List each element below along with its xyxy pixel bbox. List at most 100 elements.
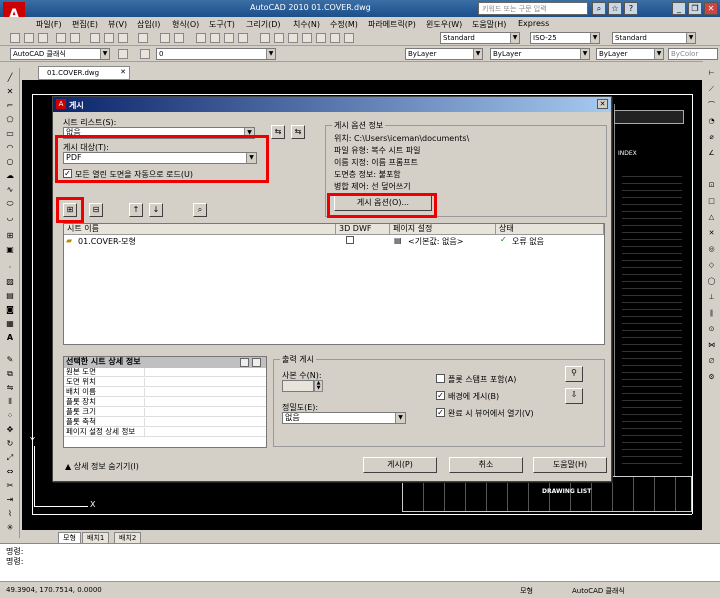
workspace-settings-icon[interactable] [118, 49, 128, 59]
remove-sheets-icon[interactable]: ⊟ [89, 203, 103, 217]
open-icon[interactable] [24, 33, 34, 43]
circle-icon[interactable]: ○ [4, 156, 16, 167]
point-icon[interactable]: · [4, 262, 16, 273]
line-icon[interactable]: ╱ [4, 72, 16, 83]
zoom-icon[interactable] [210, 33, 220, 43]
layer-properties-icon[interactable] [140, 49, 150, 59]
ellipse-icon[interactable]: ⬭ [4, 198, 16, 209]
restore-icon[interactable]: ❐ [688, 2, 702, 15]
region-icon[interactable]: ◙ [4, 304, 16, 315]
open-viewer-checkbox[interactable]: ✓ [436, 408, 445, 417]
color-select[interactable]: ByLayer ▼ [405, 48, 483, 60]
rectangle-icon[interactable]: ▭ [4, 128, 16, 139]
workspace-select[interactable]: AutoCAD 클래식 ▼ [10, 48, 110, 60]
snap-settings-icon[interactable]: ⚙ [706, 372, 717, 383]
help-search-input[interactable]: 키워드 또는 구문 입력 [478, 2, 588, 15]
erase-icon[interactable]: ✎ [4, 354, 16, 365]
properties-icon[interactable] [260, 33, 270, 43]
copy-details-icon[interactable] [240, 358, 249, 367]
match-prop-icon[interactable] [138, 33, 148, 43]
menu-format[interactable]: 형식(O) [172, 19, 199, 30]
help-button[interactable]: 도움말(H) [533, 457, 607, 473]
plot-stamp-settings-icon[interactable]: ⚲ [565, 366, 583, 382]
paste-icon[interactable] [118, 33, 128, 43]
trim-icon[interactable]: ✂ [4, 480, 16, 491]
load-sheet-list-icon[interactable]: ⇆ [291, 125, 305, 139]
menu-draw[interactable]: 그리기(D) [246, 19, 280, 30]
plot-style-select[interactable]: ByColor [668, 48, 718, 60]
rotate-icon[interactable]: ↻ [4, 438, 16, 449]
help-toolbar-icon[interactable] [344, 33, 354, 43]
pan-icon[interactable] [196, 33, 206, 43]
menu-dimension[interactable]: 치수(N) [293, 19, 320, 30]
3d-dwf-checkbox[interactable] [346, 236, 354, 244]
plot-icon[interactable] [56, 33, 66, 43]
minimize-icon[interactable]: _ [672, 2, 686, 15]
model-space-toggle[interactable]: 모형 [520, 586, 533, 596]
extend-icon[interactable]: ⇥ [4, 494, 16, 505]
help-icon[interactable]: ? [624, 2, 638, 15]
plot-stamp-checkbox[interactable] [436, 374, 445, 383]
markup-icon[interactable] [316, 33, 326, 43]
page-setup-cell[interactable]: <기본값: 없음> [408, 236, 463, 247]
move-up-icon[interactable]: ↑ [129, 203, 143, 217]
make-block-icon[interactable]: ▣ [4, 244, 16, 255]
scale-icon[interactable]: ⤢ [4, 452, 16, 463]
snap-intersection-icon[interactable]: ✕ [706, 228, 717, 239]
dimension-linear-icon[interactable]: ⊢ [706, 68, 717, 79]
menu-window[interactable]: 윈도우(W) [426, 19, 462, 30]
menu-modify[interactable]: 수정(M) [330, 19, 358, 30]
hatch-icon[interactable]: ▨ [4, 276, 16, 287]
snap-parallel-icon[interactable]: ∥ [706, 308, 717, 319]
menu-help[interactable]: 도움말(H) [472, 19, 506, 30]
tool-palettes-icon[interactable] [288, 33, 298, 43]
gradient-icon[interactable]: ▤ [4, 290, 16, 301]
close-icon[interactable]: ✕ [704, 2, 718, 15]
preview-icon[interactable] [70, 33, 80, 43]
linetype-select[interactable]: ByLayer ▼ [490, 48, 590, 60]
zoom-previous-icon[interactable] [238, 33, 248, 43]
object-snap-icon[interactable]: ⊡ [706, 180, 717, 191]
col-status[interactable]: 상태 [496, 224, 604, 235]
calculator-icon[interactable] [330, 33, 340, 43]
dimension-angular-icon[interactable]: ∠ [706, 148, 717, 159]
cut-icon[interactable] [90, 33, 100, 43]
col-page-setup[interactable]: 페이지 설정 [390, 224, 496, 235]
snap-tangent-icon[interactable]: ◯ [706, 276, 717, 287]
snap-center-icon[interactable]: ◎ [706, 244, 717, 255]
move-down-icon[interactable]: ↓ [149, 203, 163, 217]
spline-icon[interactable]: ∿ [4, 184, 16, 195]
table-style-select[interactable]: Standard ▼ [612, 32, 696, 44]
new-icon[interactable] [10, 33, 20, 43]
details-toggle-icon[interactable] [252, 358, 261, 367]
layer-select[interactable]: 0 ▼ [156, 48, 276, 60]
precision-select[interactable]: 없음 ▼ [282, 412, 406, 424]
search-icon[interactable]: ⌕ [592, 2, 606, 15]
publish-to-select[interactable]: PDF ▼ [63, 152, 257, 164]
zoom-window-icon[interactable] [224, 33, 234, 43]
dimension-radius-icon[interactable]: ◔ [706, 116, 717, 127]
offset-icon[interactable]: ⫴ [4, 396, 16, 407]
add-sheets-icon[interactable]: ⊞ [63, 203, 77, 217]
star-icon[interactable]: ☆ [608, 2, 622, 15]
save-icon[interactable] [38, 33, 48, 43]
polygon-icon[interactable]: ⬠ [4, 114, 16, 125]
move-icon[interactable]: ✥ [4, 424, 16, 435]
snap-endpoint-icon[interactable]: □ [706, 196, 717, 207]
snap-none-icon[interactable]: ∅ [706, 356, 717, 367]
ellipse-arc-icon[interactable]: ◡ [4, 212, 16, 223]
design-center-icon[interactable] [274, 33, 284, 43]
sheet-set-icon[interactable] [302, 33, 312, 43]
copy-icon[interactable] [104, 33, 114, 43]
copy-object-icon[interactable]: ⧉ [4, 368, 16, 379]
background-publish-checkbox[interactable]: ✓ [436, 391, 445, 400]
dimension-diameter-icon[interactable]: ⌀ [706, 132, 717, 143]
dialog-close-icon[interactable]: ✕ [597, 99, 608, 109]
menu-tools[interactable]: 도구(T) [209, 19, 235, 30]
table-icon[interactable]: ▦ [4, 318, 16, 329]
table-row[interactable]: ▰ 01.COVER-모형 ▤ <기본값: 없음> ✓ 오류 없음 [64, 235, 604, 246]
menu-parametric[interactable]: 파라메트릭(P) [368, 19, 416, 30]
text-style-select[interactable]: Standard ▼ [440, 32, 520, 44]
auto-load-checkbox[interactable]: ✓ [63, 169, 72, 178]
mtext-icon[interactable]: A [4, 332, 16, 343]
